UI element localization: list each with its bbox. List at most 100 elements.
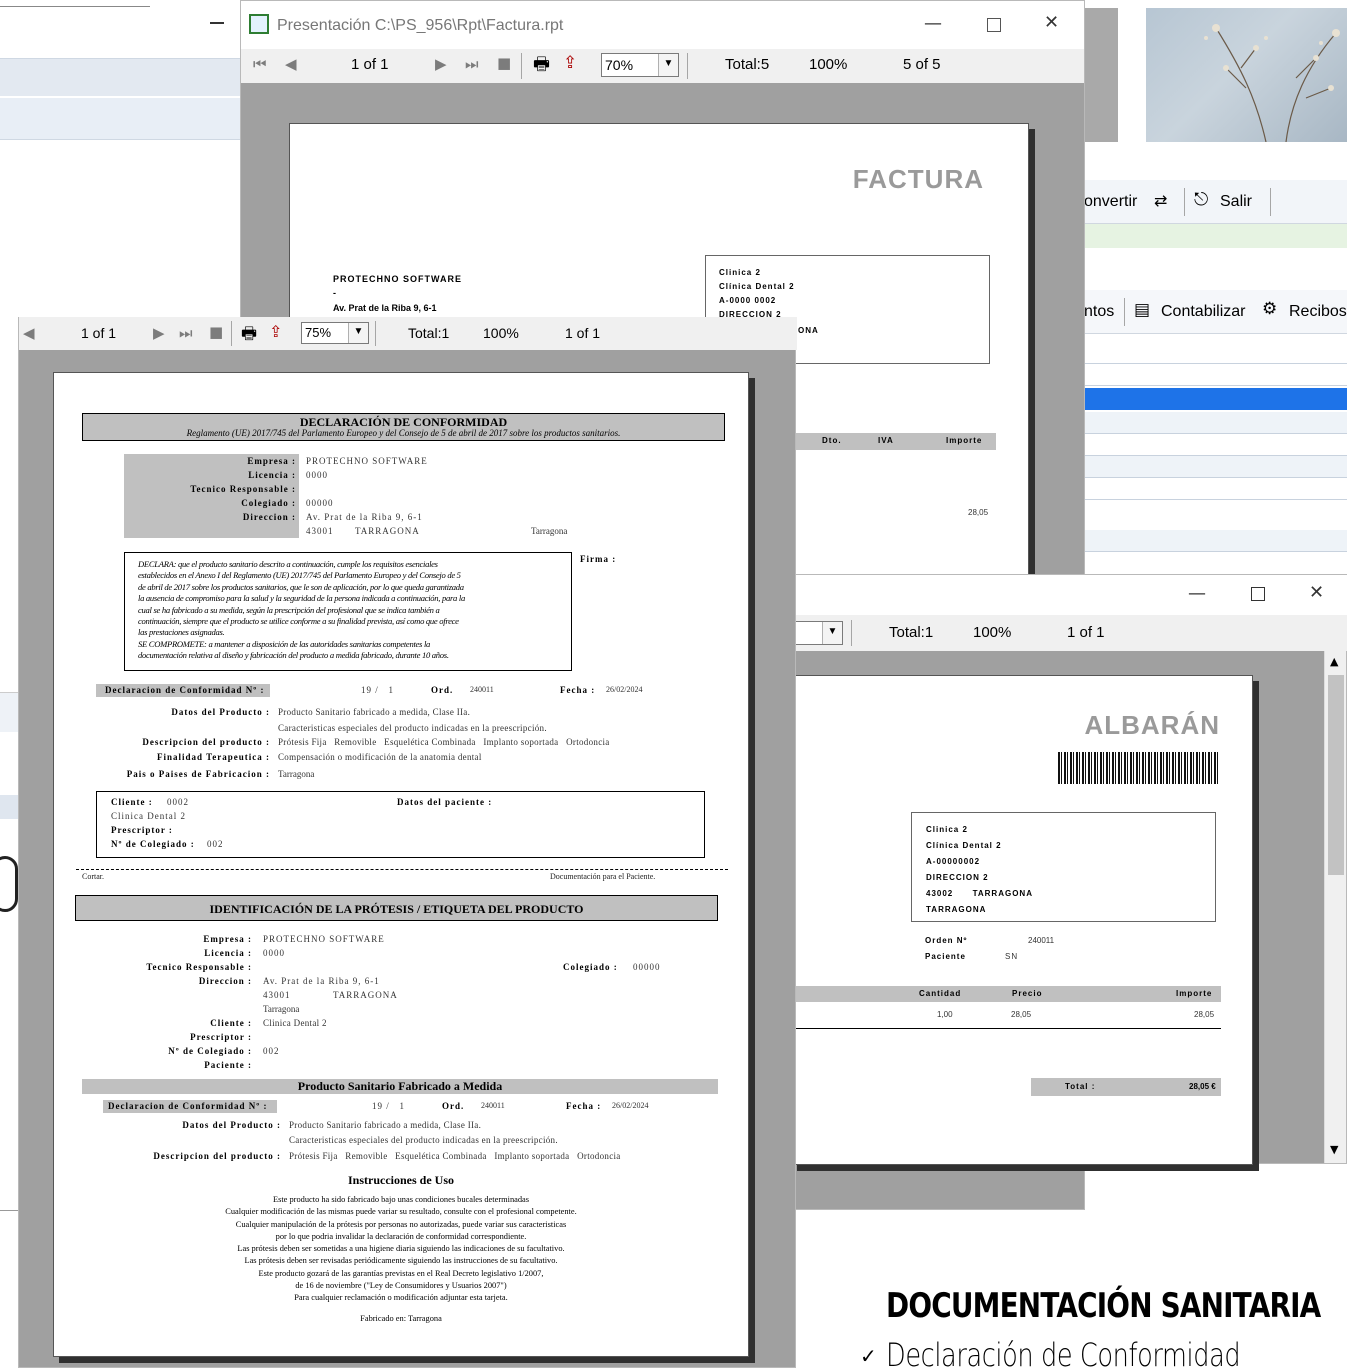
ord-value: 240011	[481, 1101, 505, 1110]
close-icon[interactable]: ✕	[1044, 12, 1059, 33]
recibos-menu[interactable]: Recibos	[1289, 303, 1347, 321]
last-page-icon[interactable]: ⏭	[465, 55, 479, 73]
producto-title-bar: Producto Sanitario Fabricado a Medida	[82, 1079, 718, 1094]
last-page-icon[interactable]: ⏭	[179, 324, 193, 342]
client-line: DIRECCION 2	[926, 873, 989, 882]
bg-minimize-icon[interactable]	[210, 22, 224, 24]
datos-producto-value: Producto Sanitario fabricado a medida, C…	[278, 707, 471, 717]
instrucciones-text: Este producto ha sido fabricado bajo una…	[54, 1194, 748, 1305]
field-value: 0000	[306, 470, 328, 480]
ident-numcol-value: 002	[263, 1046, 280, 1056]
albaran-column-header: Cantidad Precio Importe	[791, 986, 1221, 1002]
declaracion-subtitle: Reglamento (UE) 2017/745 del Parlamento …	[186, 428, 621, 438]
scroll-down-icon[interactable]: ▼	[1330, 1143, 1338, 1156]
close-icon[interactable]: ✕	[1309, 582, 1324, 603]
orden-label: Orden Nº	[925, 936, 968, 945]
client-line: Clinica 2	[719, 268, 761, 277]
zoom-select[interactable]: 70% ▼	[601, 53, 679, 77]
prev-page-icon[interactable]: ◀	[285, 55, 297, 73]
decl-num-label: Declaracion de Conformidad Nº :	[108, 1101, 268, 1111]
ident-prescriptor-label: Prescriptor :	[190, 1032, 252, 1042]
declara-text: DECLARA: que el producto sanitario descr…	[138, 559, 465, 662]
field-value: 00000	[306, 498, 334, 508]
ord-label: Ord.	[442, 1101, 465, 1111]
next-page-icon[interactable]: ▶	[153, 324, 165, 342]
contabilizar-menu[interactable]: Contabilizar	[1161, 303, 1245, 321]
declara-box: DECLARA: que el producto sanitario descr…	[124, 552, 572, 671]
albaran-titlebar[interactable]: — ✕	[791, 575, 1347, 615]
finalidad-label: Finalidad Terapeutica :	[156, 752, 270, 762]
ident-field-value: 0000	[263, 948, 285, 958]
zoom-select[interactable]: 75% ▼	[301, 322, 369, 344]
orden-value: 240011	[1028, 936, 1055, 945]
cliente-name: Clinica Dental 2	[111, 811, 186, 821]
field-value: PROTECHNO SOFTWARE	[306, 456, 428, 466]
declaracion-title-box: DECLARACIÓN DE CONFORMIDAD Reglamento (U…	[82, 413, 725, 441]
ident-province: Tarragona	[263, 1004, 300, 1014]
ident-postal: 43001	[263, 990, 291, 1000]
field-label: Colegiado :	[241, 498, 296, 508]
ident-field-label: Tecnico Responsable :	[146, 962, 252, 972]
chevron-down-icon[interactable]: ▼	[822, 622, 842, 644]
cliente-box: Cliente : 0002 Clinica Dental 2 Prescrip…	[96, 791, 705, 858]
fecha-value: 26/02/2024	[606, 685, 643, 694]
declaracion-toolbar: ◀ 1 of 1 ▶ ⏭ ■ 🖶 ⇪ 75% ▼ Total:1 100% 1 …	[19, 317, 797, 350]
declara-line: DECLARA: que el producto sanitario descr…	[138, 559, 438, 569]
scroll-up-icon[interactable]: ▲	[1330, 655, 1338, 668]
stop-icon[interactable]: ■	[209, 323, 223, 341]
ident-title-box: IDENTIFICACIÓN DE LA PRÓTESIS / ETIQUETA…	[75, 895, 718, 921]
caracteristicas-value: Caracteristicas especiales del producto …	[289, 1135, 558, 1145]
instruccion-line: Este producto gozará de las garantías pr…	[258, 1268, 544, 1278]
maximize-icon[interactable]	[987, 18, 1001, 32]
city: TARRAGONA	[355, 526, 420, 536]
factura-titlebar[interactable]: Presentación C:\PS_956\Rpt\Factura.rpt —…	[241, 1, 1084, 49]
contabilizar-icon[interactable]: ▤	[1134, 300, 1150, 320]
decl-num: 19 / 1	[361, 685, 395, 695]
ident-city: TARRAGONA	[333, 990, 398, 1000]
zoom-value: 75%	[305, 325, 332, 340]
albaran-page: ALBARÁN Clinica 2 Clínica Dental 2 A-000…	[791, 675, 1253, 1165]
print-icon[interactable]: 🖶	[533, 52, 550, 82]
paciente-label: Datos del paciente :	[397, 797, 493, 807]
prev-page-icon[interactable]: ◀	[23, 324, 35, 342]
ident-paciente-label: Paciente :	[204, 1060, 252, 1070]
total-box: Total : 28,05 €	[1031, 1078, 1221, 1096]
bg-grid-row	[1084, 434, 1347, 456]
pais-value: Tarragona	[278, 769, 315, 779]
convertir-icon[interactable]: ⇄	[1154, 191, 1167, 210]
export-icon[interactable]: ⇪	[563, 53, 577, 73]
column-header: Cantidad	[919, 989, 962, 998]
datos-producto-label: Datos del Producto :	[171, 707, 270, 717]
salir-icon[interactable]: ⎋	[1194, 189, 1208, 210]
descripcion-value: Prótesis Fija Removible Esquelética Comb…	[289, 1151, 621, 1161]
cut-line	[76, 869, 728, 870]
vertical-scrollbar[interactable]: ▲ ▼	[1324, 651, 1346, 1163]
instruccion-line: de 16 de noviembre ("Ley de Consumidores…	[295, 1281, 507, 1291]
first-page-icon[interactable]: ⏮	[253, 55, 267, 73]
print-icon[interactable]: 🖶	[241, 321, 257, 350]
minimize-icon[interactable]: —	[924, 13, 942, 34]
declara-line: de abril de 2017 sobre los productos san…	[138, 581, 464, 592]
factura-column-header: Dto. IVA Importe	[790, 433, 996, 450]
factura-amount: 28,05	[968, 508, 989, 517]
minimize-icon[interactable]: —	[1188, 583, 1206, 604]
ident-field-label: Direccion :	[198, 976, 252, 986]
export-icon[interactable]: ⇪	[269, 322, 282, 341]
chevron-down-icon[interactable]: ▼	[658, 54, 678, 76]
instruccion-line: Las prótesis deben ser sometidas a una h…	[237, 1244, 565, 1254]
stop-icon[interactable]: ■	[497, 54, 511, 72]
convertir-menu[interactable]: onvertir	[1084, 193, 1137, 211]
recibos-icon[interactable]: ⚙	[1262, 299, 1277, 319]
salir-menu[interactable]: Salir	[1220, 193, 1252, 211]
bg-selected-row[interactable]	[1084, 388, 1347, 410]
bg-app-icon[interactable]	[0, 856, 18, 912]
scroll-thumb[interactable]	[1328, 675, 1344, 875]
zoom-select[interactable]: ▼	[791, 621, 843, 645]
ident-field-value: Av. Prat de la Riba 9, 6-1	[263, 976, 380, 986]
chevron-down-icon[interactable]: ▼	[348, 323, 368, 343]
total-label: Total :	[1065, 1082, 1096, 1091]
bg-row-band	[0, 98, 250, 140]
ntos-menu[interactable]: ntos	[1084, 303, 1114, 321]
maximize-icon[interactable]	[1251, 587, 1265, 601]
next-page-icon[interactable]: ▶	[435, 55, 447, 73]
